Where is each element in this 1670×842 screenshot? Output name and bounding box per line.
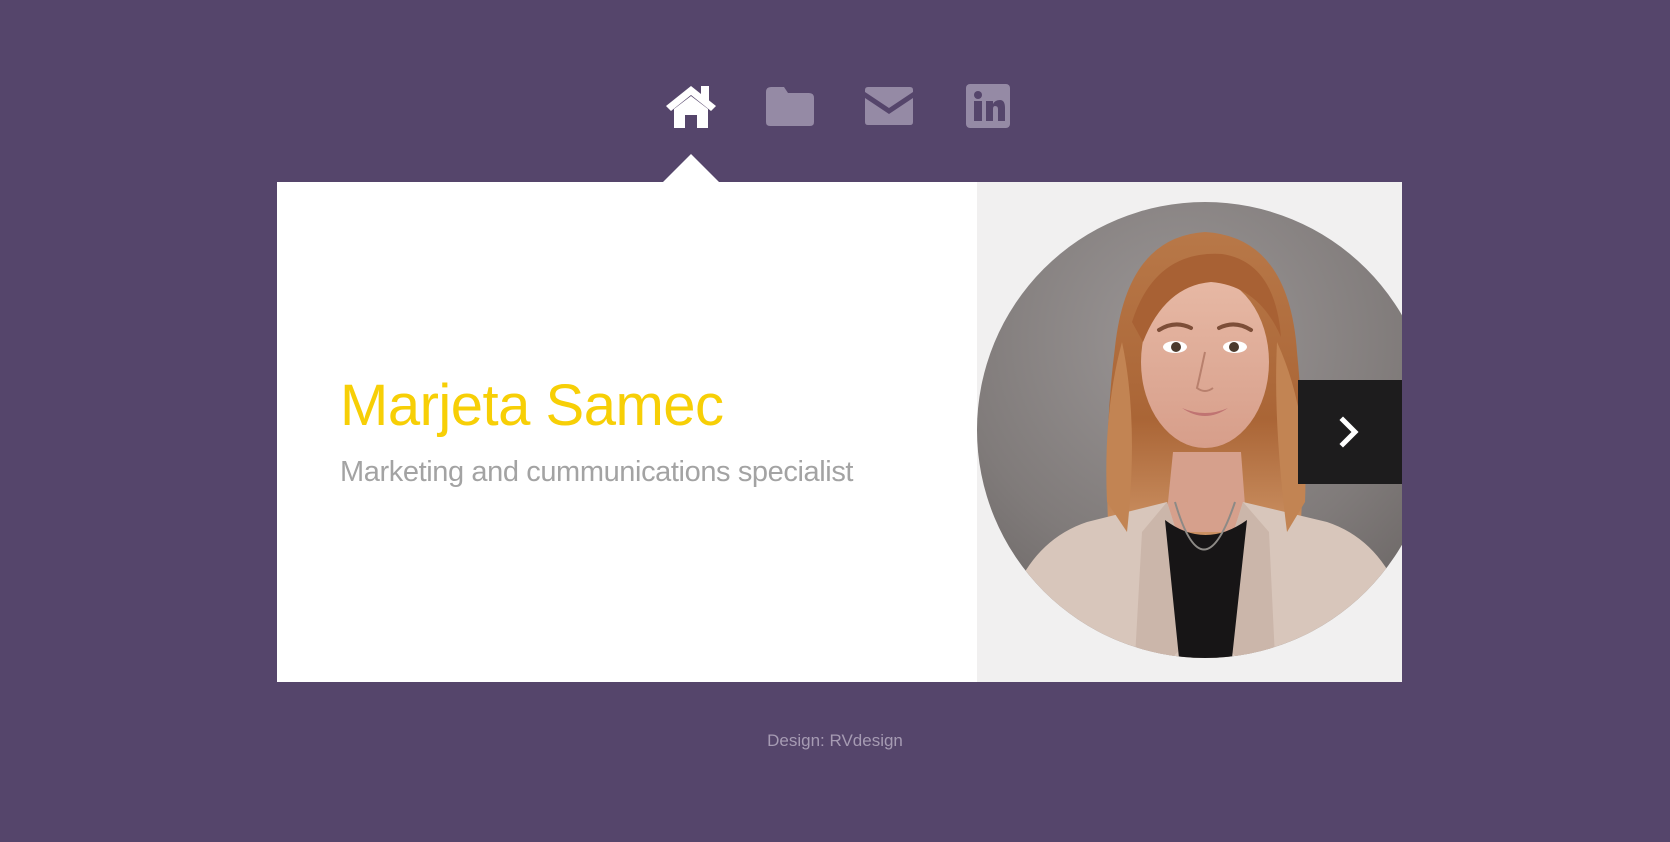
main-navigation: [0, 78, 1670, 134]
mail-icon[interactable]: [857, 78, 921, 134]
chevron-right-icon: [1339, 416, 1359, 448]
next-button[interactable]: [1298, 380, 1402, 484]
profile-name: Marjeta Samec: [340, 373, 724, 438]
folder-icon[interactable]: [758, 78, 822, 134]
profile-text: Marjeta Samec Marketing and cummunicatio…: [340, 372, 960, 490]
footer-credit: Design: RVdesign: [767, 731, 903, 750]
home-icon[interactable]: [659, 78, 723, 134]
linkedin-icon[interactable]: [956, 78, 1020, 134]
profile-title: Marketing and cummunications specialist: [340, 456, 854, 488]
active-tab-pointer: [663, 154, 719, 182]
profile-card: Marjeta Samec Marketing and cummunicatio…: [277, 182, 1402, 682]
